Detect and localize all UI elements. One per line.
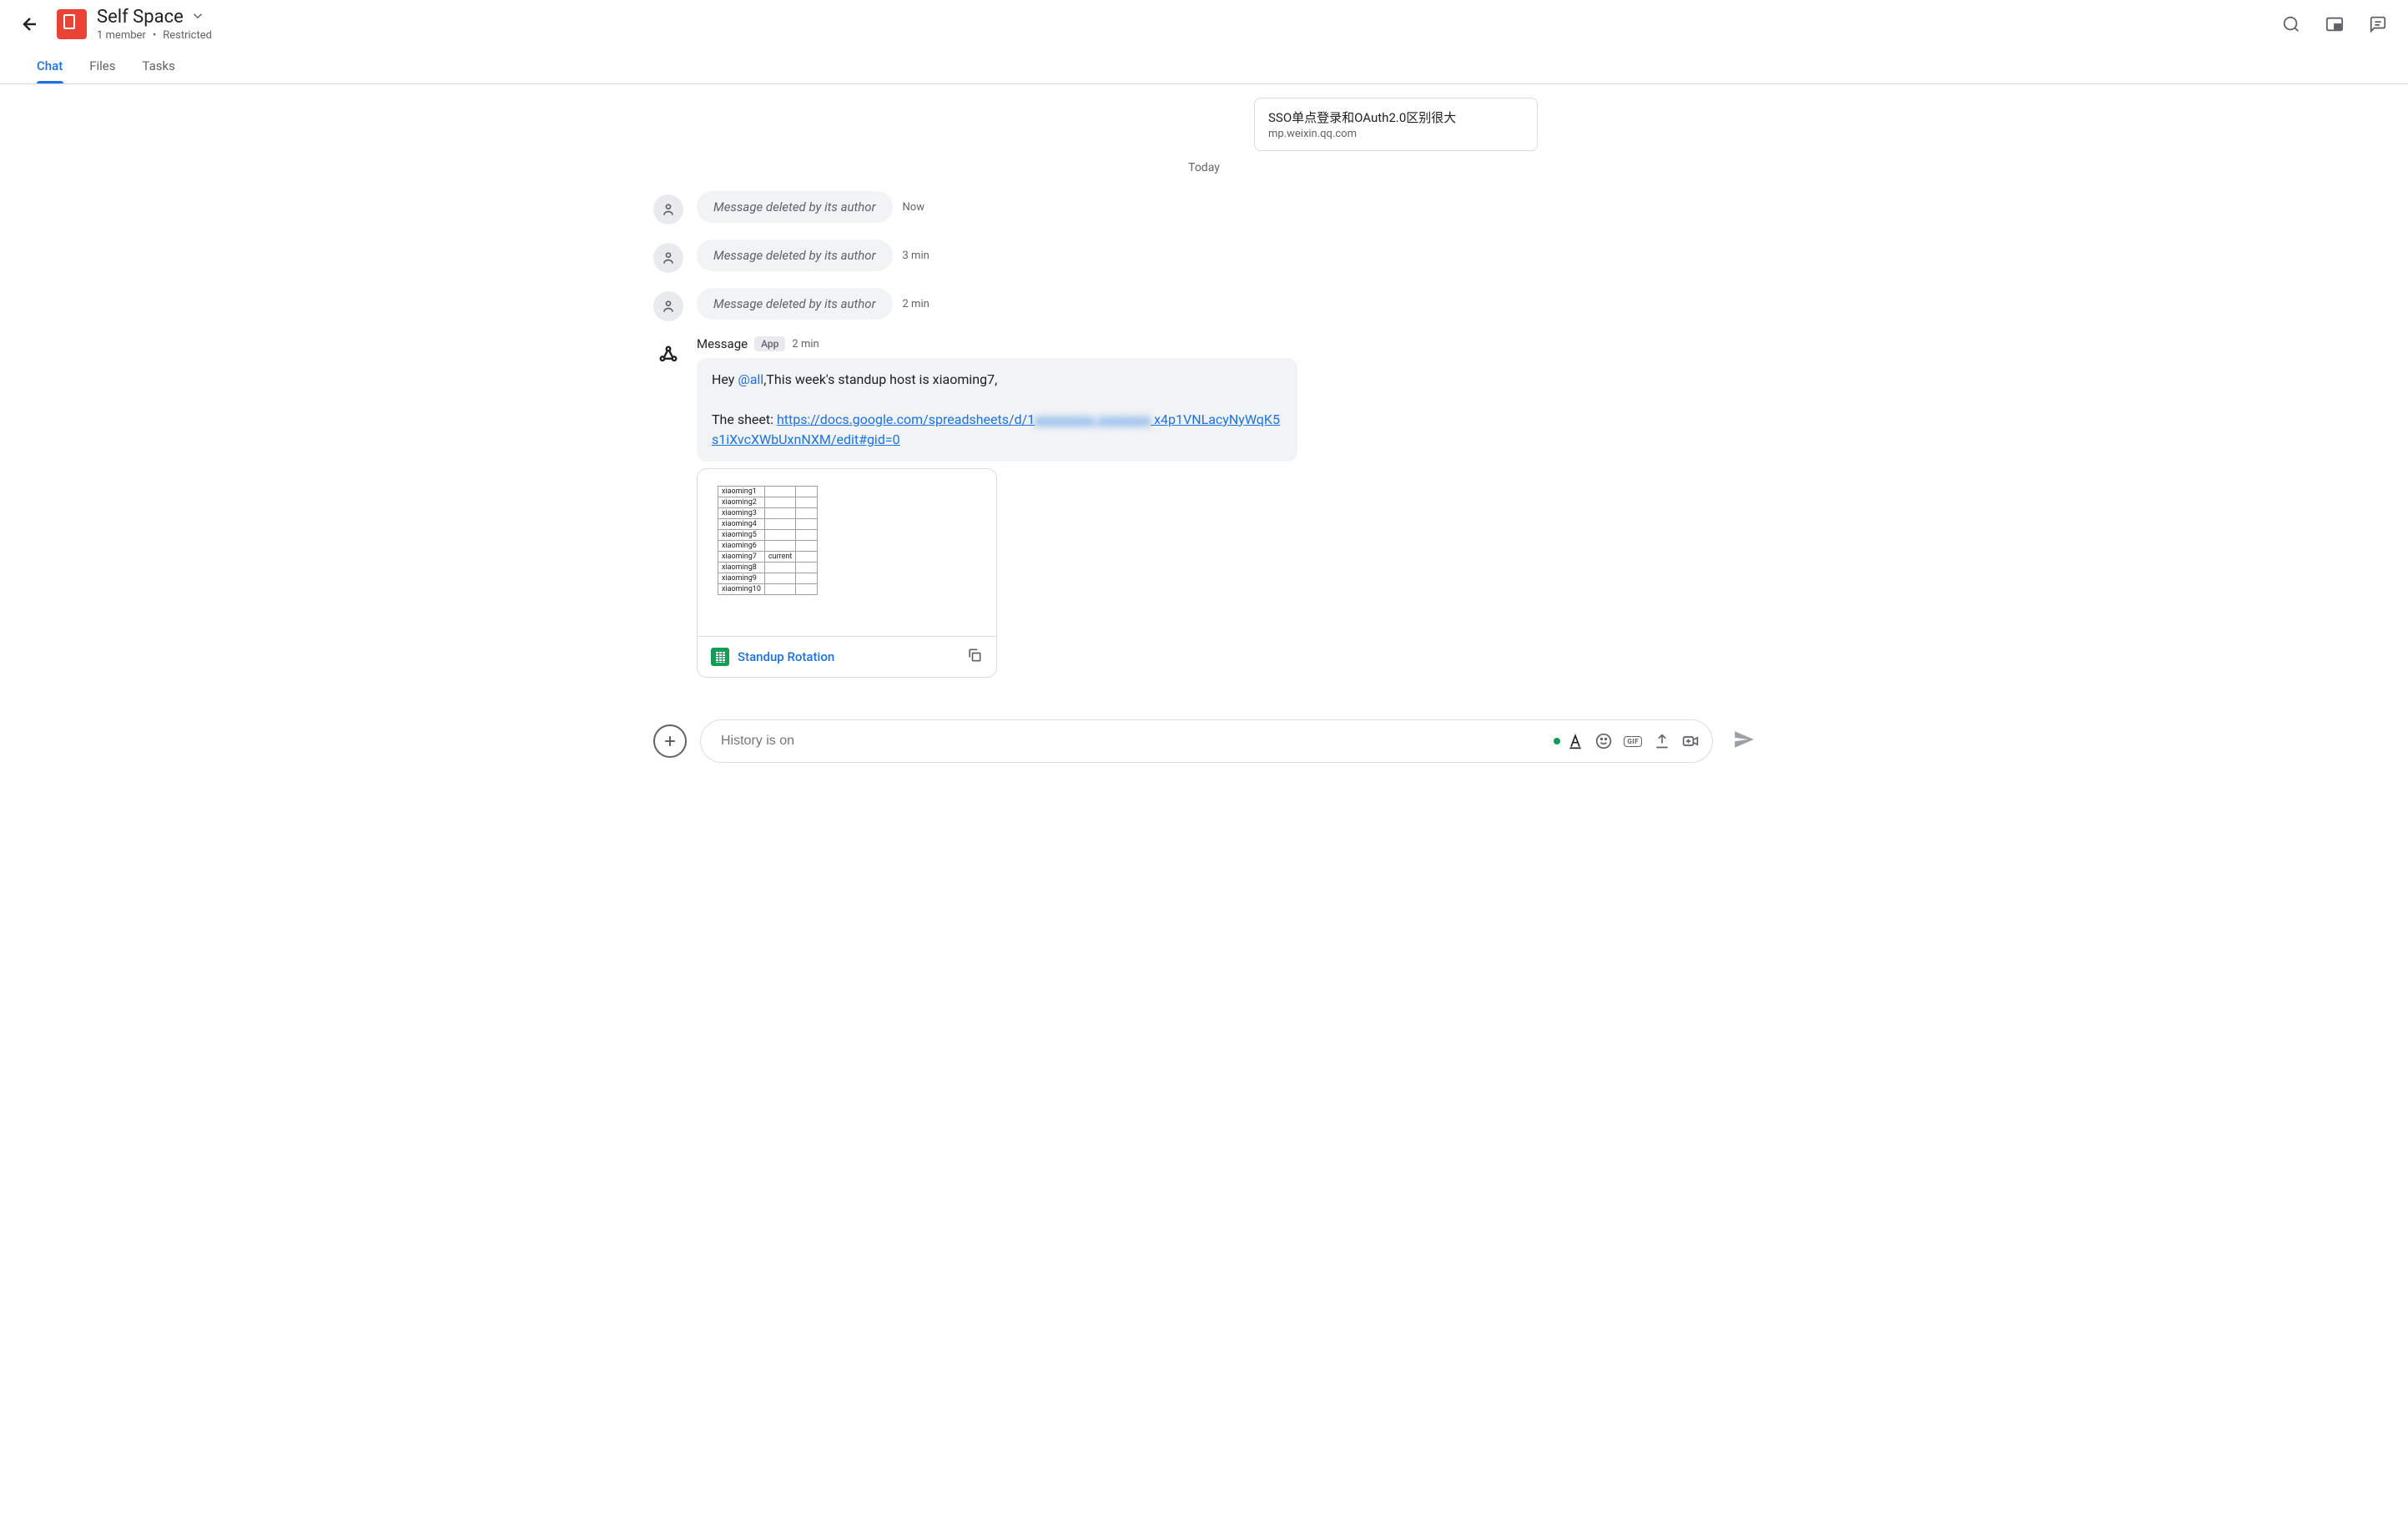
message-row: Message deleted by its author 2 min — [653, 288, 1755, 321]
video-icon — [1682, 733, 1699, 749]
message-text: Hey — [712, 371, 738, 387]
date-divider: Today — [653, 161, 1755, 174]
space-avatar — [57, 9, 87, 39]
avatar[interactable] — [653, 291, 683, 321]
message-input[interactable] — [714, 727, 1547, 755]
format-icon — [1567, 733, 1584, 749]
history-indicator — [1554, 738, 1560, 744]
message-composer: GIF — [700, 719, 1713, 763]
chevron-down-icon[interactable] — [190, 8, 205, 27]
webhook-icon — [657, 343, 680, 366]
link-preview-title: SSO单点登录和OAuth2.0区别很大 — [1268, 108, 1524, 126]
message-time: 2 min — [903, 298, 929, 310]
header: Self Space 1 member • Restricted — [0, 0, 2408, 48]
composer-area: GIF — [620, 706, 1788, 783]
app-badge: App — [754, 336, 785, 351]
pip-icon — [2325, 15, 2344, 33]
sheet-link[interactable]: https://docs.google.com/spreadsheets/d/1… — [712, 411, 1280, 447]
search-icon — [2282, 15, 2300, 33]
message-time: 3 min — [903, 250, 929, 262]
visibility-label[interactable]: Restricted — [163, 29, 212, 42]
copy-icon — [966, 647, 983, 664]
emoji-button[interactable] — [1595, 733, 1612, 749]
attachment-card[interactable]: xiaoming1xiaoming2xiaoming3xiaoming4xiao… — [697, 468, 997, 678]
mention-all[interactable]: @all — [738, 371, 763, 387]
send-icon — [1733, 729, 1755, 750]
link-preview-card[interactable]: SSO单点登录和OAuth2.0区别很大 mp.weixin.qq.com — [1254, 98, 1538, 151]
plus-icon — [662, 733, 678, 749]
picture-in-picture-button[interactable] — [2318, 8, 2351, 41]
upload-icon — [1654, 733, 1670, 749]
tabs: Chat Files Tasks — [0, 48, 2408, 84]
avatar[interactable] — [653, 243, 683, 273]
arrow-left-icon — [20, 14, 40, 34]
gif-icon: GIF — [1624, 736, 1642, 747]
member-count[interactable]: 1 member — [97, 29, 146, 42]
message-row: Message deleted by its author Now — [653, 191, 1755, 225]
app-message-row: Message App 2 min Hey @all,This week's s… — [653, 336, 1755, 678]
copy-button[interactable] — [966, 647, 983, 667]
deleted-message: Message deleted by its author — [697, 191, 893, 223]
sheets-icon — [711, 648, 729, 666]
send-button[interactable] — [1733, 729, 1755, 754]
chat-button[interactable] — [2361, 8, 2395, 41]
space-title[interactable]: Self Space — [97, 7, 184, 28]
emoji-icon — [1595, 733, 1612, 749]
link-preview-domain: mp.weixin.qq.com — [1268, 128, 1524, 140]
message-time: 2 min — [792, 338, 819, 351]
message-time: Now — [903, 201, 924, 214]
webhook-avatar[interactable] — [653, 340, 683, 370]
space-info: Self Space 1 member • Restricted — [97, 7, 2264, 42]
person-icon — [660, 250, 677, 266]
deleted-message: Message deleted by its author — [697, 240, 893, 271]
chat-icon — [2369, 15, 2387, 33]
gif-button[interactable]: GIF — [1624, 736, 1642, 747]
preview-table: xiaoming1xiaoming2xiaoming3xiaoming4xiao… — [718, 486, 818, 595]
avatar[interactable] — [653, 194, 683, 225]
message-bubble[interactable]: Hey @all,This week's standup host is xia… — [697, 358, 1297, 462]
person-icon — [660, 298, 677, 315]
sender-name[interactable]: Message — [697, 336, 748, 351]
messages-area: SSO单点登录和OAuth2.0区别很大 mp.weixin.qq.com To… — [620, 84, 1788, 706]
search-button[interactable] — [2275, 8, 2308, 41]
person-icon — [660, 201, 677, 218]
sheet-label: The sheet: — [712, 411, 777, 427]
add-button[interactable] — [653, 724, 687, 758]
message-row: Message deleted by its author 3 min — [653, 240, 1755, 273]
deleted-message: Message deleted by its author — [697, 288, 893, 320]
message-text: ,This week's standup host is xiaoming7, — [763, 371, 997, 387]
tab-tasks[interactable]: Tasks — [143, 48, 175, 83]
video-button[interactable] — [1682, 733, 1699, 749]
upload-button[interactable] — [1654, 733, 1670, 749]
tab-files[interactable]: Files — [89, 48, 115, 83]
separator: • — [153, 29, 156, 42]
attachment-name[interactable]: Standup Rotation — [738, 649, 958, 664]
back-button[interactable] — [13, 8, 47, 41]
tab-chat[interactable]: Chat — [37, 48, 63, 83]
attachment-preview: xiaoming1xiaoming2xiaoming3xiaoming4xiao… — [698, 469, 996, 636]
format-button[interactable] — [1567, 733, 1584, 749]
